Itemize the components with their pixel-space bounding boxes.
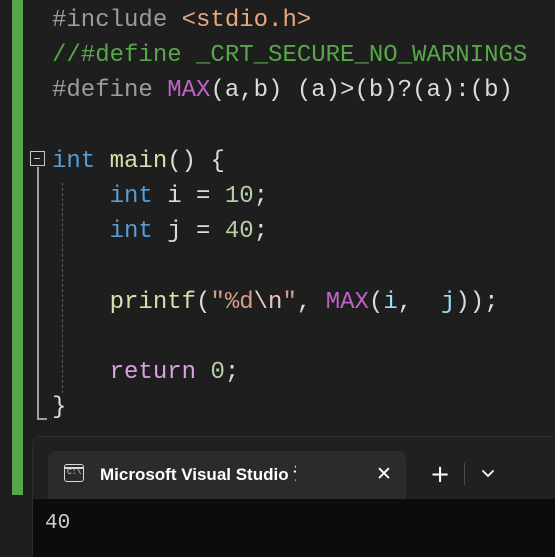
code-token: i: [383, 288, 398, 316]
code-token: int: [109, 183, 153, 210]
code-token: //#define _CRT_SECURE_NO_WARNINGS: [52, 42, 528, 70]
fold-region-line: [37, 167, 39, 420]
code-token: }: [52, 394, 67, 422]
new-tab-button[interactable]: +: [427, 461, 453, 487]
code-token: MAX: [167, 77, 211, 105]
tab-title: Microsoft Visual Studio 调试控制台: [100, 465, 296, 484]
code-line[interactable]: #define MAX(a,b) (a)>(b)?(a):(b): [52, 73, 513, 108]
close-tab-button[interactable]: ✕: [373, 463, 395, 485]
code-token: main: [109, 147, 168, 175]
code-token: ": [282, 288, 297, 316]
code-token: "%d: [210, 288, 254, 316]
code-token: j: [440, 288, 456, 316]
code-token: #define: [52, 77, 168, 105]
code-token: 0: [210, 359, 225, 386]
code-line[interactable]: int j = 40;: [52, 214, 268, 249]
code-token: (: [196, 288, 211, 316]
fold-region-end: [37, 418, 47, 420]
code-token: \n: [253, 288, 283, 316]
code-token: MAX: [325, 288, 369, 316]
code-token: () {: [167, 147, 225, 175]
code-token: 10: [224, 183, 254, 210]
code-token: ,: [296, 288, 326, 316]
tab-divider: [464, 463, 465, 485]
indent-guide: [62, 183, 63, 393]
code-token: <stdio.h>: [181, 7, 312, 34]
code-token: ;: [253, 183, 269, 210]
debug-console-window: C:\ Microsoft Visual Studio 调试控制台 ✕ + 40: [32, 436, 555, 557]
code-token: ,: [397, 288, 441, 316]
code-line[interactable]: }: [52, 390, 66, 425]
code-token: #include: [52, 7, 182, 34]
code-token: ));: [455, 288, 499, 316]
code-token: printf: [109, 288, 197, 316]
code-token: int: [109, 218, 153, 246]
tab-dropdown-button[interactable]: [475, 461, 501, 487]
console-output-text: 40: [45, 512, 71, 535]
code-token: return: [109, 359, 197, 386]
code-token: i =: [152, 183, 225, 210]
code-line[interactable]: int main() {: [52, 144, 225, 179]
code-line[interactable]: printf("%d\n", MAX(i, j));: [52, 285, 499, 320]
code-line[interactable]: #include <stdio.h>: [52, 3, 311, 38]
code-token: (: [368, 288, 384, 316]
code-token: 40: [224, 218, 254, 246]
chevron-down-icon: [482, 470, 494, 477]
code-token: int: [52, 147, 96, 175]
console-app-icon: C:\: [64, 464, 84, 482]
change-indicator-bar: [12, 0, 23, 495]
code-token: ;: [253, 218, 269, 246]
tab-debug-console[interactable]: C:\ Microsoft Visual Studio 调试控制台 ✕: [48, 451, 406, 499]
collapse-toggle-icon[interactable]: [30, 151, 45, 166]
code-token: j =: [152, 218, 225, 246]
code-token: ;: [224, 359, 240, 386]
tab-strip: C:\ Microsoft Visual Studio 调试控制台 ✕ +: [33, 437, 555, 499]
code-token: (a,b) (a)>(b)?(a):(b): [210, 77, 513, 105]
code-line[interactable]: int i = 10;: [52, 179, 268, 214]
console-output-area[interactable]: 40: [33, 499, 555, 557]
code-line[interactable]: //#define _CRT_SECURE_NO_WARNINGS: [52, 38, 527, 73]
code-line[interactable]: return 0;: [52, 355, 240, 390]
